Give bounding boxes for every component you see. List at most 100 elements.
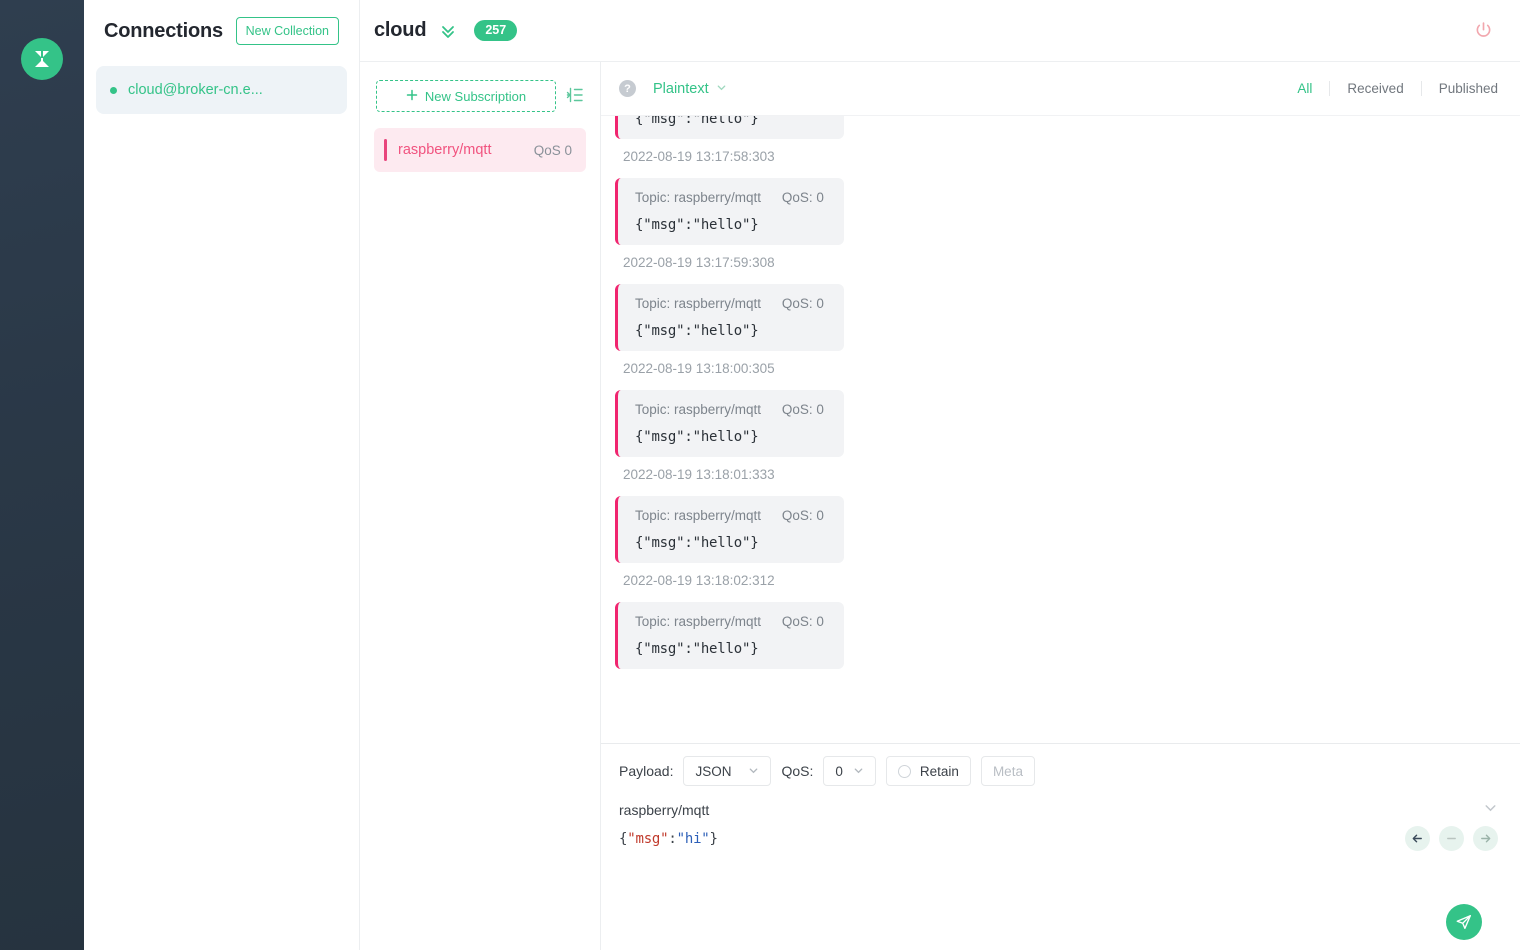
power-icon[interactable] [1469, 16, 1498, 45]
editor-colon: : [668, 830, 677, 847]
meta-button[interactable]: Meta [980, 756, 1035, 786]
filter-tab-received[interactable]: Received [1329, 81, 1420, 96]
message-meta: Topic: raspberry/mqtt QoS: 0 [635, 614, 824, 629]
message-qos: QoS: 0 [781, 402, 824, 417]
publish-payload-editor[interactable]: {"msg":"hi"} [619, 831, 718, 847]
message-topic: Topic: raspberry/mqtt [635, 190, 762, 205]
message-topic: Topic: raspberry/mqtt [635, 296, 762, 311]
message-payload: {"msg":"hello"} [635, 217, 759, 233]
page-title: cloud [374, 19, 427, 41]
minus-icon[interactable] [1439, 826, 1464, 851]
subscription-color-bar [384, 139, 387, 161]
arrow-right-icon[interactable] [1473, 826, 1498, 851]
message-bubble[interactable]: Topic: raspberry/mqtt QoS: 0 {"msg":"hel… [615, 390, 844, 457]
message-filter-tabs: All Received Published [1280, 81, 1498, 96]
collapse-panel-icon[interactable] [566, 86, 584, 104]
message-payload: {"msg":"hello"} [635, 535, 759, 551]
subscription-qos: QoS 0 [533, 142, 572, 158]
payload-format-label: Plaintext [653, 80, 709, 97]
messages-pane: ? Plaintext All Received Published {"msg… [601, 62, 1520, 950]
publish-body: Payload: JSON QoS: 0 Retain Meta raspber… [615, 756, 1498, 950]
question-circle-icon[interactable]: ? [619, 80, 636, 97]
connection-topbar: cloud 257 [360, 0, 1520, 62]
filter-tab-published[interactable]: Published [1420, 81, 1498, 96]
arrow-left-icon[interactable] [1405, 826, 1430, 851]
message-payload: {"msg":"hello"} [635, 116, 759, 127]
message-timestamp: 2022-08-19 13:18:02:312 [623, 573, 775, 588]
message-bubble[interactable]: Topic: raspberry/mqtt QoS: 0 {"msg":"hel… [615, 602, 844, 669]
message-meta: Topic: raspberry/mqtt QoS: 0 [635, 190, 824, 205]
message-count-badge: 257 [474, 20, 518, 41]
message-meta: Topic: raspberry/mqtt QoS: 0 [635, 402, 824, 417]
message-timestamp: 2022-08-19 13:18:01:333 [623, 467, 775, 482]
publish-topic-input[interactable]: raspberry/mqtt [619, 802, 1483, 818]
new-collection-button[interactable]: New Collection [235, 17, 339, 45]
subscriptions-panel: New Subscription raspberry/mqtt QoS 0 [360, 62, 601, 950]
subscription-topic: raspberry/mqtt [398, 142, 492, 158]
payload-format-select[interactable]: JSON [683, 756, 772, 786]
qos-select[interactable]: 0 [823, 756, 876, 786]
message-topic: Topic: raspberry/mqtt [635, 402, 762, 417]
connection-item-cloud[interactable]: cloud@broker-cn.e... [96, 66, 347, 114]
payload-format-value: JSON [695, 763, 732, 779]
left-nav-rail [0, 0, 84, 950]
publish-options-row: Payload: JSON QoS: 0 Retain Meta [615, 756, 1498, 786]
editor-key: "msg" [627, 830, 669, 847]
editor-nav-buttons [1405, 826, 1498, 851]
subscriptions-list: raspberry/mqtt QoS 0 [360, 112, 600, 172]
message-qos: QoS: 0 [781, 508, 824, 523]
message-entry: Topic: raspberry/mqtt QoS: 0 {"msg":"hel… [601, 116, 1520, 178]
message-entry: Topic: raspberry/mqtt QoS: 0 {"msg":"hel… [601, 284, 1520, 390]
message-payload: {"msg":"hello"} [635, 429, 759, 445]
message-bubble[interactable]: Topic: raspberry/mqtt QoS: 0 {"msg":"hel… [615, 284, 844, 351]
message-qos: QoS: 0 [781, 296, 824, 311]
message-bubble[interactable]: Topic: raspberry/mqtt QoS: 0 {"msg":"hel… [615, 496, 844, 563]
filter-tab-all[interactable]: All [1280, 81, 1329, 96]
connections-panel: Connections New Collection cloud@broker-… [84, 0, 360, 950]
subscription-item[interactable]: raspberry/mqtt QoS 0 [374, 128, 586, 172]
message-entry: Topic: raspberry/mqtt QoS: 0 {"msg":"hel… [601, 496, 1520, 602]
new-subscription-button[interactable]: New Subscription [376, 80, 556, 112]
retain-toggle[interactable]: Retain [885, 756, 971, 786]
payload-label: Payload: [619, 763, 674, 779]
plus-icon [406, 89, 418, 104]
message-qos: QoS: 0 [781, 190, 824, 205]
retain-radio-icon [897, 764, 911, 778]
message-bubble[interactable]: Topic: raspberry/mqtt QoS: 0 {"msg":"hel… [615, 116, 844, 139]
publish-editor-row: {"msg":"hi"} [615, 820, 1498, 851]
message-timestamp: 2022-08-19 13:18:00:305 [623, 361, 775, 376]
main-area: cloud 257 New Subscription raspberry/mqt… [360, 0, 1520, 950]
editor-close-brace: } [709, 830, 718, 847]
new-subscription-label: New Subscription [424, 88, 527, 104]
message-topic: Topic: raspberry/mqtt [635, 508, 762, 523]
connections-list: cloud@broker-cn.e... [84, 62, 359, 114]
mqttx-logo-icon[interactable] [21, 38, 63, 80]
message-entry: Topic: raspberry/mqtt QoS: 0 {"msg":"hel… [601, 178, 1520, 284]
connections-title: Connections [104, 19, 223, 42]
chevron-double-down-icon[interactable] [438, 21, 458, 41]
chevron-down-icon [716, 80, 727, 98]
messages-scroll-area[interactable]: Topic: raspberry/mqtt QoS: 0 {"msg":"hel… [601, 116, 1520, 743]
payload-format-selector[interactable]: Plaintext [653, 80, 727, 98]
message-payload: {"msg":"hello"} [635, 323, 759, 339]
chevron-down-icon [748, 764, 759, 779]
body-split: New Subscription raspberry/mqtt QoS 0 ? … [360, 62, 1520, 950]
message-meta: Topic: raspberry/mqtt QoS: 0 [635, 296, 824, 311]
send-plane-icon[interactable] [1446, 904, 1482, 940]
message-bubble[interactable]: Topic: raspberry/mqtt QoS: 0 {"msg":"hel… [615, 178, 844, 245]
publish-topic-row[interactable]: raspberry/mqtt [615, 786, 1498, 820]
qos-label: QoS: [781, 763, 814, 779]
publish-bar: Payload: JSON QoS: 0 Retain Meta raspber… [601, 743, 1520, 950]
connections-header: Connections New Collection [84, 0, 359, 62]
qos-value: 0 [835, 763, 843, 779]
message-topic: Topic: raspberry/mqtt [635, 614, 762, 629]
message-entry: Topic: raspberry/mqtt QoS: 0 {"msg":"hel… [601, 602, 1520, 669]
message-entry: Topic: raspberry/mqtt QoS: 0 {"msg":"hel… [601, 390, 1520, 496]
editor-value: "hi" [676, 830, 710, 847]
mqttx-app-window: Connections New Collection cloud@broker-… [0, 0, 1520, 950]
chevron-down-icon[interactable] [1483, 800, 1498, 820]
message-payload: {"msg":"hello"} [635, 641, 759, 657]
chevron-down-icon [853, 764, 864, 779]
message-timestamp: 2022-08-19 13:17:58:303 [623, 149, 775, 164]
connection-status-dot [110, 86, 117, 94]
